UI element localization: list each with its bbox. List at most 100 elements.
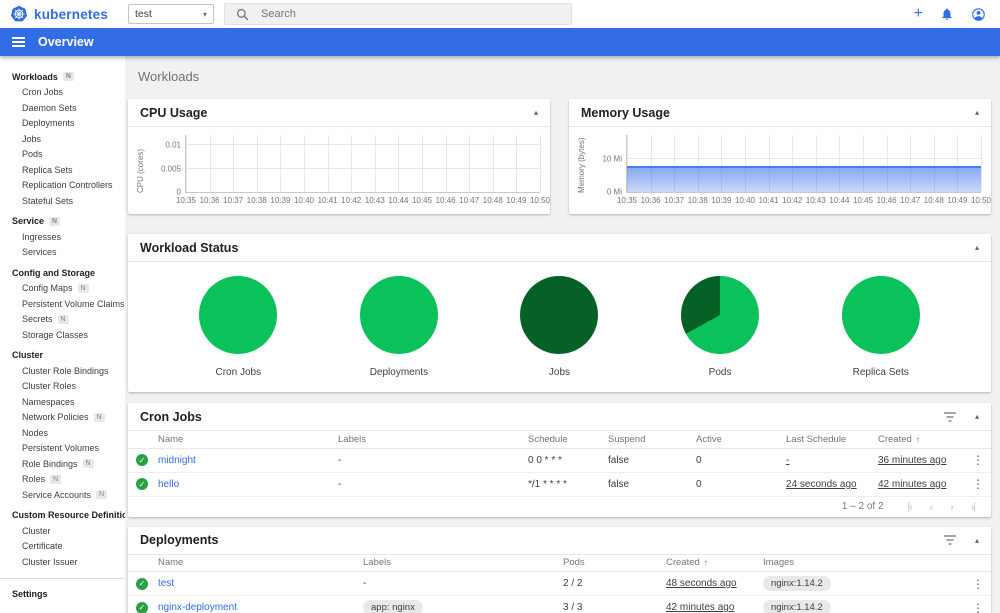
sidebar-item-role-bindings[interactable]: Role Bindings N (0, 456, 125, 472)
collapse-caret-icon[interactable]: ▴ (975, 536, 979, 545)
sidebar-item-daemon-sets[interactable]: Daemon Sets (0, 100, 125, 116)
sidebar-item-network-policies[interactable]: Network Policies N (0, 410, 125, 426)
sidebar-section-config-and-storage[interactable]: Config and Storage (0, 265, 125, 281)
column-header-images[interactable]: Images (763, 557, 965, 568)
sidebar-item-label: Replica Sets (22, 164, 73, 175)
sidebar-section-workloads[interactable]: Workloads N (0, 69, 125, 85)
collapse-caret-icon[interactable]: ▴ (975, 108, 979, 117)
deployments-card: Deployments ▴ Name Labels Pods Created ↑ Imag… (128, 526, 991, 613)
sidebar-item-secrets[interactable]: Secrets N (0, 312, 125, 328)
sidebar-item-label: Replication Controllers (22, 180, 113, 191)
sidebar-item-ingresses[interactable]: Ingresses (0, 229, 125, 245)
cpu-usage-chart: CPU (cores) 10:35 10:36 10:37 10:38 10:39 10:4… (128, 127, 550, 213)
sidebar-item-namespaces[interactable]: Namespaces (0, 394, 125, 410)
column-header-labels[interactable]: Labels (338, 434, 528, 445)
column-header-created[interactable]: Created ↑ (878, 434, 965, 445)
kubernetes-logo[interactable]: kubernetes (0, 5, 120, 23)
sidebar-item-cluster-roles[interactable]: Cluster Roles (0, 379, 125, 395)
user-account-icon[interactable] (971, 7, 986, 22)
sidebar-item-services[interactable]: Services (0, 245, 125, 261)
sidebar-item-deployments[interactable]: Deployments (0, 116, 125, 132)
sidebar-item-about[interactable]: About (0, 610, 125, 613)
card-title: CPU Usage (140, 105, 208, 120)
x-tick-label: 10:47 (900, 196, 921, 205)
sidebar-item-certificate[interactable]: Certificate (0, 539, 125, 555)
resource-link[interactable]: test (158, 578, 174, 589)
timestamp: 48 seconds ago (666, 578, 737, 589)
sidebar-item-cron-jobs[interactable]: Cron Jobs (0, 85, 125, 101)
resource-link[interactable]: nginx-deployment (158, 602, 237, 613)
sidebar-item-persistent-volume-claims[interactable]: Persistent Volume ClaimsN (0, 296, 125, 312)
sidebar-item-replica-sets[interactable]: Replica Sets (0, 162, 125, 178)
sidebar-item-service-accounts[interactable]: Service Accounts N (0, 487, 125, 503)
sidebar-item-cluster-issuer[interactable]: Cluster Issuer (0, 554, 125, 570)
collapse-caret-icon[interactable]: ▴ (975, 243, 979, 252)
row-menu-button[interactable]: ⋮ (965, 577, 991, 591)
timestamp: - (786, 454, 790, 466)
sidebar-item-roles[interactable]: Roles N (0, 472, 125, 488)
create-resource-button[interactable]: + (914, 6, 923, 22)
column-header-active[interactable]: Active (696, 434, 786, 445)
table-row[interactable]: ✓ nginx-deployment app: nginx 3 / 3 42 minut… (128, 596, 991, 613)
sidebar-item-cluster-role-bindings[interactable]: Cluster Role Bindings (0, 363, 125, 379)
pie-chart[interactable] (199, 276, 278, 354)
sidebar-item-storage-classes[interactable]: Storage Classes (0, 327, 125, 343)
sidebar-section-custom-resource-definitions[interactable]: Custom Resource Definitions (0, 508, 125, 524)
row-menu-button[interactable]: ⋮ (965, 453, 991, 467)
sidebar-item-settings[interactable]: Settings (0, 584, 125, 605)
column-header-pods[interactable]: Pods (563, 557, 666, 568)
row-menu-button[interactable]: ⋮ (965, 477, 991, 491)
column-header-label: Created (878, 433, 912, 445)
pie-chart[interactable] (841, 276, 920, 354)
column-header-suspend[interactable]: Suspend (608, 434, 696, 445)
column-header-labels[interactable]: Labels (363, 557, 563, 568)
search-bar[interactable] (224, 3, 572, 25)
x-tick-label: 10:47 (459, 196, 480, 205)
sidebar-item-cluster[interactable]: Cluster (0, 523, 125, 539)
column-header-schedule[interactable]: Schedule (528, 434, 608, 445)
sidebar-item-stateful-sets[interactable]: Stateful Sets (0, 193, 125, 209)
sidebar-divider (0, 577, 125, 579)
resource-link[interactable]: hello (158, 479, 179, 490)
table-row[interactable]: ✓ midnight - 0 0 * * * false 0 - 36 minutes ago… (128, 449, 991, 473)
sort-ascending-icon: ↑ (703, 558, 708, 568)
row-menu-button[interactable]: ⋮ (965, 601, 991, 613)
resource-link[interactable]: midnight (158, 455, 196, 466)
table-row[interactable]: ✓ hello - */1 * * * * false 0 24 seconds ago 42… (128, 473, 991, 497)
gridline (981, 135, 982, 192)
sidebar-item-replication-controllers[interactable]: Replication Controllers (0, 178, 125, 194)
search-input[interactable] (261, 8, 560, 20)
namespace-selector[interactable]: test ▾ (128, 4, 214, 24)
sidebar-section-cluster[interactable]: Cluster (0, 348, 125, 364)
pie-chart[interactable] (520, 276, 599, 354)
sidebar-item-jobs[interactable]: Jobs (0, 131, 125, 147)
x-tick-label: 10:43 (364, 196, 385, 205)
y-tick-label: 0.005 (160, 164, 181, 174)
column-header-created[interactable]: Created ↑ (666, 557, 763, 568)
column-header-name[interactable]: Name (158, 557, 363, 568)
first-page-button[interactable]: |‹ (908, 501, 913, 513)
last-page-button[interactable]: ›| (971, 501, 976, 513)
collapse-caret-icon[interactable]: ▴ (534, 108, 538, 117)
workload-status-card-header: Workload Status ▴ (128, 234, 991, 262)
filter-icon[interactable] (943, 411, 957, 423)
sidebar-item-pods[interactable]: Pods (0, 147, 125, 163)
pie-chart[interactable] (681, 276, 760, 354)
table-row[interactable]: ✓ test - 2 / 2 48 seconds ago nginx:1.14.2 ⋮ (128, 572, 991, 596)
filter-icon[interactable] (943, 534, 957, 546)
column-header-last-schedule[interactable]: Last Schedule (786, 434, 878, 445)
pie-chart[interactable] (359, 276, 438, 354)
memory-usage-card: Memory Usage ▴ Memory (bytes) 10:35 10:36 1… (569, 99, 991, 214)
sidebar-item-config-maps[interactable]: Config Maps N (0, 281, 125, 297)
sidebar-item-label: Nodes (22, 427, 49, 438)
previous-page-button[interactable]: ‹ (930, 501, 933, 513)
sidebar-section-service[interactable]: Service N (0, 214, 125, 230)
sidebar-item-nodes[interactable]: Nodes (0, 425, 125, 441)
column-header-name[interactable]: Name (158, 434, 338, 445)
menu-hamburger-icon[interactable] (12, 36, 25, 48)
collapse-caret-icon[interactable]: ▴ (975, 412, 979, 421)
namespace-selected-value: test (135, 8, 152, 20)
notifications-bell-icon[interactable] (940, 7, 954, 21)
next-page-button[interactable]: › (950, 501, 953, 513)
sidebar-item-persistent-volumes[interactable]: Persistent Volumes (0, 441, 125, 457)
